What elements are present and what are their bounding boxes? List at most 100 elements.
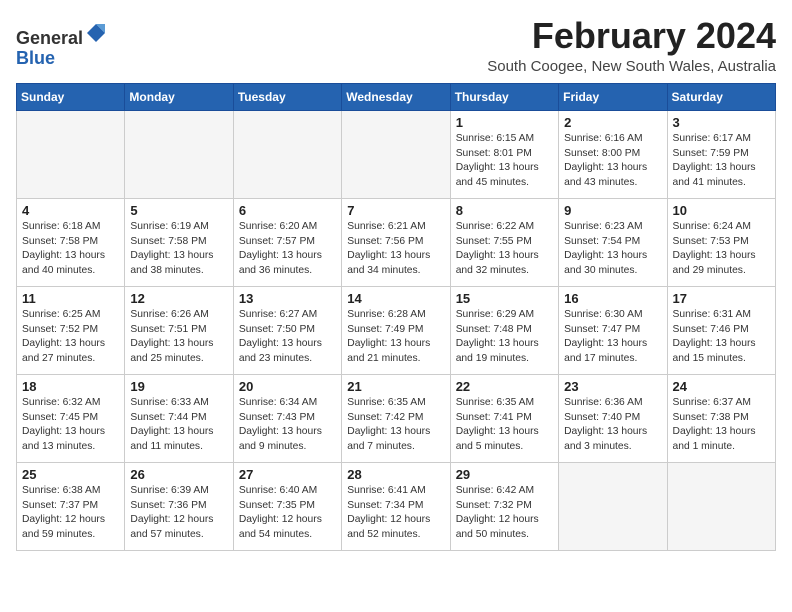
calendar-cell: 27 Sunrise: 6:40 AMSunset: 7:35 PMDayligh… bbox=[233, 462, 341, 550]
day-header-tuesday: Tuesday bbox=[233, 83, 341, 110]
day-info: Sunrise: 6:32 AMSunset: 7:45 PMDaylight:… bbox=[22, 396, 119, 456]
calendar-cell: 4 Sunrise: 6:18 AMSunset: 7:58 PMDaylight… bbox=[17, 198, 125, 286]
calendar-cell: 10 Sunrise: 6:24 AMSunset: 7:53 PMDayligh… bbox=[667, 198, 775, 286]
day-number: 13 bbox=[239, 291, 336, 306]
calendar-cell: 14 Sunrise: 6:28 AMSunset: 7:49 PMDayligh… bbox=[342, 286, 450, 374]
logo-blue: Blue bbox=[16, 48, 55, 68]
calendar-cell: 2Sunrise: 6:16 AMSunset: 8:00 PMDaylight… bbox=[559, 110, 667, 198]
day-number: 27 bbox=[239, 467, 336, 482]
day-number: 26 bbox=[130, 467, 227, 482]
day-number: 15 bbox=[456, 291, 553, 306]
day-info: Sunrise: 6:37 AMSunset: 7:38 PMDaylight:… bbox=[673, 396, 770, 456]
page-header: General Blue February 2024 South Coogee,… bbox=[16, 16, 776, 75]
day-number: 7 bbox=[347, 203, 444, 218]
calendar-cell: 21 Sunrise: 6:35 AMSunset: 7:42 PMDayligh… bbox=[342, 374, 450, 462]
calendar-cell: 17 Sunrise: 6:31 AMSunset: 7:46 PMDayligh… bbox=[667, 286, 775, 374]
calendar-cell: 3 Sunrise: 6:17 AMSunset: 7:59 PMDaylight… bbox=[667, 110, 775, 198]
day-number: 28 bbox=[347, 467, 444, 482]
logo-icon bbox=[85, 22, 107, 44]
day-number: 4 bbox=[22, 203, 119, 218]
day-info: Sunrise: 6:30 AMSunset: 7:47 PMDaylight:… bbox=[564, 308, 661, 368]
calendar-cell: 9 Sunrise: 6:23 AMSunset: 7:54 PMDaylight… bbox=[559, 198, 667, 286]
day-info: Sunrise: 6:19 AMSunset: 7:58 PMDaylight:… bbox=[130, 220, 227, 280]
day-info: Sunrise: 6:15 AMSunset: 8:01 PMDaylight:… bbox=[456, 132, 553, 192]
calendar-cell: 11 Sunrise: 6:25 AMSunset: 7:52 PMDayligh… bbox=[17, 286, 125, 374]
calendar-cell: 6 Sunrise: 6:20 AMSunset: 7:57 PMDaylight… bbox=[233, 198, 341, 286]
day-info: Sunrise: 6:28 AMSunset: 7:49 PMDaylight:… bbox=[347, 308, 444, 368]
day-header-monday: Monday bbox=[125, 83, 233, 110]
day-info: Sunrise: 6:22 AMSunset: 7:55 PMDaylight:… bbox=[456, 220, 553, 280]
calendar-cell bbox=[342, 110, 450, 198]
day-info: Sunrise: 6:35 AMSunset: 7:41 PMDaylight:… bbox=[456, 396, 553, 456]
week-row-4: 18Sunrise: 6:32 AMSunset: 7:45 PMDayligh… bbox=[17, 374, 776, 462]
calendar-cell: 29 Sunrise: 6:42 AMSunset: 7:32 PMDayligh… bbox=[450, 462, 558, 550]
calendar-cell: 24Sunrise: 6:37 AMSunset: 7:38 PMDayligh… bbox=[667, 374, 775, 462]
calendar-cell: 12 Sunrise: 6:26 AMSunset: 7:51 PMDayligh… bbox=[125, 286, 233, 374]
day-header-saturday: Saturday bbox=[667, 83, 775, 110]
day-number: 6 bbox=[239, 203, 336, 218]
day-number: 3 bbox=[673, 115, 770, 130]
day-number: 9 bbox=[564, 203, 661, 218]
calendar-cell: 13 Sunrise: 6:27 AMSunset: 7:50 PMDayligh… bbox=[233, 286, 341, 374]
day-number: 29 bbox=[456, 467, 553, 482]
day-info: Sunrise: 6:42 AMSunset: 7:32 PMDaylight:… bbox=[456, 484, 553, 544]
day-number: 21 bbox=[347, 379, 444, 394]
day-number: 12 bbox=[130, 291, 227, 306]
day-info: Sunrise: 6:27 AMSunset: 7:50 PMDaylight:… bbox=[239, 308, 336, 368]
day-info: Sunrise: 6:36 AMSunset: 7:40 PMDaylight:… bbox=[564, 396, 661, 456]
calendar-cell: 23 Sunrise: 6:36 AMSunset: 7:40 PMDayligh… bbox=[559, 374, 667, 462]
calendar-cell: 8 Sunrise: 6:22 AMSunset: 7:55 PMDaylight… bbox=[450, 198, 558, 286]
day-number: 17 bbox=[673, 291, 770, 306]
calendar-cell: 7 Sunrise: 6:21 AMSunset: 7:56 PMDaylight… bbox=[342, 198, 450, 286]
calendar-cell bbox=[17, 110, 125, 198]
calendar-cell: 15Sunrise: 6:29 AMSunset: 7:48 PMDayligh… bbox=[450, 286, 558, 374]
day-number: 1 bbox=[456, 115, 553, 130]
day-info: Sunrise: 6:16 AMSunset: 8:00 PMDaylight:… bbox=[564, 132, 661, 192]
day-number: 5 bbox=[130, 203, 227, 218]
day-info: Sunrise: 6:23 AMSunset: 7:54 PMDaylight:… bbox=[564, 220, 661, 280]
title-block: February 2024 South Coogee, New South Wa… bbox=[487, 16, 776, 75]
day-number: 25 bbox=[22, 467, 119, 482]
day-info: Sunrise: 6:35 AMSunset: 7:42 PMDaylight:… bbox=[347, 396, 444, 456]
day-number: 19 bbox=[130, 379, 227, 394]
calendar-cell: 28Sunrise: 6:41 AMSunset: 7:34 PMDayligh… bbox=[342, 462, 450, 550]
day-info: Sunrise: 6:38 AMSunset: 7:37 PMDaylight:… bbox=[22, 484, 119, 544]
logo: General Blue bbox=[16, 22, 107, 69]
week-row-3: 11 Sunrise: 6:25 AMSunset: 7:52 PMDayligh… bbox=[17, 286, 776, 374]
day-info: Sunrise: 6:24 AMSunset: 7:53 PMDaylight:… bbox=[673, 220, 770, 280]
day-info: Sunrise: 6:17 AMSunset: 7:59 PMDaylight:… bbox=[673, 132, 770, 192]
day-number: 23 bbox=[564, 379, 661, 394]
day-number: 14 bbox=[347, 291, 444, 306]
calendar-cell: 19 Sunrise: 6:33 AMSunset: 7:44 PMDayligh… bbox=[125, 374, 233, 462]
calendar-cell bbox=[125, 110, 233, 198]
day-info: Sunrise: 6:21 AMSunset: 7:56 PMDaylight:… bbox=[347, 220, 444, 280]
calendar-cell: 20 Sunrise: 6:34 AMSunset: 7:43 PMDayligh… bbox=[233, 374, 341, 462]
day-header-friday: Friday bbox=[559, 83, 667, 110]
day-number: 11 bbox=[22, 291, 119, 306]
day-info: Sunrise: 6:18 AMSunset: 7:58 PMDaylight:… bbox=[22, 220, 119, 280]
day-info: Sunrise: 6:25 AMSunset: 7:52 PMDaylight:… bbox=[22, 308, 119, 368]
day-number: 10 bbox=[673, 203, 770, 218]
day-info: Sunrise: 6:31 AMSunset: 7:46 PMDaylight:… bbox=[673, 308, 770, 368]
day-info: Sunrise: 6:34 AMSunset: 7:43 PMDaylight:… bbox=[239, 396, 336, 456]
calendar-cell: 18Sunrise: 6:32 AMSunset: 7:45 PMDayligh… bbox=[17, 374, 125, 462]
day-number: 20 bbox=[239, 379, 336, 394]
day-header-sunday: Sunday bbox=[17, 83, 125, 110]
day-info: Sunrise: 6:40 AMSunset: 7:35 PMDaylight:… bbox=[239, 484, 336, 544]
calendar-cell: 1 Sunrise: 6:15 AMSunset: 8:01 PMDaylight… bbox=[450, 110, 558, 198]
calendar-cell bbox=[667, 462, 775, 550]
logo-general: General bbox=[16, 28, 83, 48]
calendar-cell bbox=[233, 110, 341, 198]
day-number: 8 bbox=[456, 203, 553, 218]
day-info: Sunrise: 6:33 AMSunset: 7:44 PMDaylight:… bbox=[130, 396, 227, 456]
calendar-table: SundayMondayTuesdayWednesdayThursdayFrid… bbox=[16, 83, 776, 551]
calendar-cell bbox=[559, 462, 667, 550]
calendar-header-row: SundayMondayTuesdayWednesdayThursdayFrid… bbox=[17, 83, 776, 110]
calendar-cell: 25 Sunrise: 6:38 AMSunset: 7:37 PMDayligh… bbox=[17, 462, 125, 550]
day-info: Sunrise: 6:39 AMSunset: 7:36 PMDaylight:… bbox=[130, 484, 227, 544]
day-header-thursday: Thursday bbox=[450, 83, 558, 110]
day-info: Sunrise: 6:26 AMSunset: 7:51 PMDaylight:… bbox=[130, 308, 227, 368]
calendar-cell: 26 Sunrise: 6:39 AMSunset: 7:36 PMDayligh… bbox=[125, 462, 233, 550]
day-info: Sunrise: 6:20 AMSunset: 7:57 PMDaylight:… bbox=[239, 220, 336, 280]
calendar-cell: 22Sunrise: 6:35 AMSunset: 7:41 PMDayligh… bbox=[450, 374, 558, 462]
